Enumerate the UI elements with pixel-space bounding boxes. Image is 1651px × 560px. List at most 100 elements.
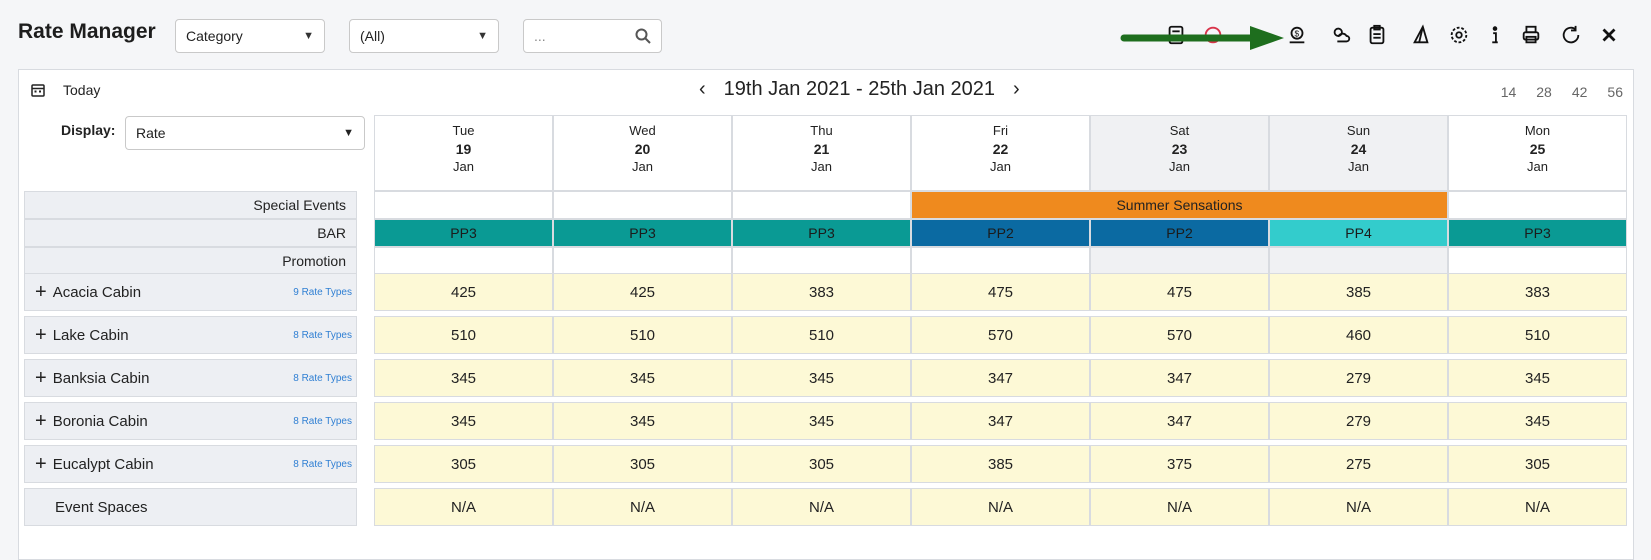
rate-cell[interactable]: 460 (1269, 316, 1448, 354)
refresh-icon[interactable] (1558, 22, 1584, 48)
special-event-cell[interactable] (732, 191, 911, 219)
rate-types-link[interactable]: 8 Rate Types (293, 416, 352, 427)
bar-cell[interactable]: PP2 (911, 219, 1090, 247)
rate-cell[interactable]: 305 (732, 445, 911, 483)
rate-cell[interactable]: 305 (553, 445, 732, 483)
special-event-cell[interactable] (553, 191, 732, 219)
rate-cell[interactable]: 345 (374, 359, 553, 397)
next-week-button[interactable]: › (1013, 78, 1020, 101)
rate-cell[interactable]: 345 (732, 402, 911, 440)
room-row-label[interactable]: + Boronia Cabin 8 Rate Types (24, 402, 357, 440)
rate-cell[interactable]: 385 (1269, 273, 1448, 311)
rate-cell[interactable]: 383 (1448, 273, 1627, 311)
rate-types-link[interactable]: 8 Rate Types (293, 373, 352, 384)
rate-cell[interactable]: 510 (374, 316, 553, 354)
expand-icon[interactable]: + (35, 325, 47, 345)
room-row-label[interactable]: + Eucalypt Cabin 8 Rate Types (24, 445, 357, 483)
rate-cell[interactable]: N/A (732, 488, 911, 526)
rate-cell[interactable]: 385 (911, 445, 1090, 483)
rate-cell[interactable]: 347 (911, 402, 1090, 440)
rate-cell[interactable]: 475 (911, 273, 1090, 311)
print-icon[interactable] (1518, 22, 1544, 48)
clipboard-icon[interactable] (1364, 22, 1390, 48)
gear-icon[interactable] (1446, 22, 1472, 48)
bar-cell[interactable]: PP3 (732, 219, 911, 247)
category-select[interactable]: Category ▼ (175, 19, 325, 53)
room-row-label[interactable]: + Lake Cabin 8 Rate Types (24, 316, 357, 354)
bar-cell[interactable]: PP3 (1448, 219, 1627, 247)
expand-icon[interactable]: + (35, 411, 47, 431)
rate-cell[interactable]: N/A (911, 488, 1090, 526)
rate-cell[interactable]: N/A (553, 488, 732, 526)
rate-cell[interactable]: N/A (374, 488, 553, 526)
rate-cell[interactable]: N/A (1269, 488, 1448, 526)
zoom-28[interactable]: 28 (1536, 84, 1552, 100)
promotion-cell[interactable] (1448, 247, 1627, 275)
rate-cell[interactable]: 383 (732, 273, 911, 311)
prev-week-button[interactable]: ‹ (699, 78, 706, 101)
expand-icon[interactable]: + (35, 368, 47, 388)
promotion-cell[interactable] (1090, 247, 1269, 275)
rate-types-link[interactable]: 8 Rate Types (293, 459, 352, 470)
rate-cell[interactable]: 347 (911, 359, 1090, 397)
rate-types-link[interactable]: 9 Rate Types (293, 287, 352, 298)
special-event-summer-sensations[interactable]: Summer Sensations (911, 191, 1448, 219)
bar-cell[interactable]: PP3 (374, 219, 553, 247)
rate-cell[interactable]: 345 (374, 402, 553, 440)
zoom-14[interactable]: 14 (1501, 84, 1517, 100)
rate-cell[interactable]: N/A (1090, 488, 1269, 526)
money-icon[interactable]: $ (1284, 22, 1310, 48)
weather-icon[interactable] (1328, 22, 1354, 48)
special-event-cell[interactable] (374, 191, 553, 219)
room-row-label[interactable]: + Acacia Cabin 9 Rate Types (24, 273, 357, 311)
rate-cell[interactable]: 510 (553, 316, 732, 354)
day-header: Mon 25 Jan (1448, 115, 1627, 191)
expand-icon[interactable]: + (35, 454, 47, 474)
rate-types-link[interactable]: 8 Rate Types (293, 330, 352, 341)
bar-cell[interactable]: PP3 (553, 219, 732, 247)
rate-cell[interactable]: 275 (1269, 445, 1448, 483)
display-select[interactable]: Rate ▼ (125, 116, 365, 150)
room-name: Acacia Cabin (52, 283, 142, 301)
rate-cell[interactable]: N/A (1448, 488, 1627, 526)
search-input[interactable]: ... (523, 19, 662, 53)
rate-cell[interactable]: 345 (1448, 402, 1627, 440)
all-select[interactable]: (All) ▼ (349, 19, 499, 53)
bar-cell[interactable]: PP4 (1269, 219, 1448, 247)
bar-cell[interactable]: PP2 (1090, 219, 1269, 247)
rate-cell[interactable]: 279 (1269, 359, 1448, 397)
close-icon[interactable] (1596, 22, 1622, 48)
rate-cell[interactable]: 345 (732, 359, 911, 397)
special-event-cell[interactable] (1448, 191, 1627, 219)
info-icon[interactable] (1482, 22, 1508, 48)
sail-icon[interactable] (1408, 22, 1434, 48)
rate-cell[interactable]: 347 (1090, 359, 1269, 397)
rate-cell[interactable]: 375 (1090, 445, 1269, 483)
rate-cell[interactable]: 570 (911, 316, 1090, 354)
rate-cell[interactable]: 510 (732, 316, 911, 354)
rate-cell[interactable]: 345 (553, 359, 732, 397)
promotion-cell[interactable] (911, 247, 1090, 275)
calendar-icon (31, 84, 45, 97)
promotion-cell[interactable] (1269, 247, 1448, 275)
promotion-cell[interactable] (374, 247, 553, 275)
rate-cell[interactable]: 510 (1448, 316, 1627, 354)
zoom-56[interactable]: 56 (1607, 84, 1623, 100)
rate-cell[interactable]: 305 (374, 445, 553, 483)
rate-cell[interactable]: 305 (1448, 445, 1627, 483)
promotion-label: Promotion (24, 247, 357, 275)
rate-cell[interactable]: 425 (374, 273, 553, 311)
rate-cell[interactable]: 347 (1090, 402, 1269, 440)
room-row-label[interactable]: + Banksia Cabin 8 Rate Types (24, 359, 357, 397)
rate-cell[interactable]: 425 (553, 273, 732, 311)
rate-cell[interactable]: 345 (553, 402, 732, 440)
rate-cell[interactable]: 345 (1448, 359, 1627, 397)
promotion-cell[interactable] (553, 247, 732, 275)
rate-cell[interactable]: 475 (1090, 273, 1269, 311)
rate-cell[interactable]: 570 (1090, 316, 1269, 354)
rate-cell[interactable]: 279 (1269, 402, 1448, 440)
expand-icon[interactable]: + (35, 282, 47, 302)
zoom-42[interactable]: 42 (1572, 84, 1588, 100)
today-button[interactable]: Today (31, 82, 100, 98)
promotion-cell[interactable] (732, 247, 911, 275)
